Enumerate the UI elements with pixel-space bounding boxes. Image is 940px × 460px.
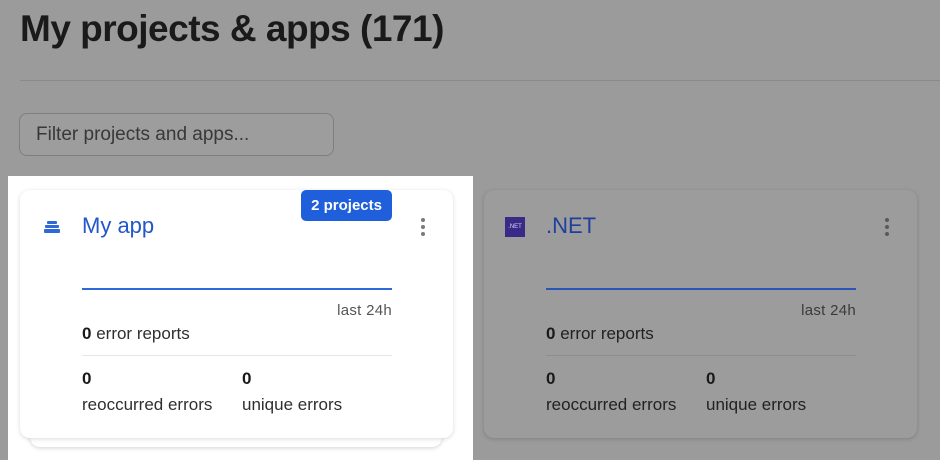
period-label: last 24h (801, 302, 856, 319)
reoccurred-count: 0 (546, 369, 556, 388)
project-card-dotnet[interactable]: .NET .NET last 24h 0 error reports 0 reo… (484, 190, 917, 438)
error-reports-summary: 0 error reports (82, 324, 190, 344)
reoccurred-errors-stat: 0 reoccurred errors (546, 369, 676, 415)
error-reports-count: 0 (82, 324, 92, 343)
unique-errors-stat: 0 unique errors (706, 369, 806, 415)
more-options-icon[interactable] (881, 216, 893, 238)
card-title-link[interactable]: My app (82, 213, 154, 239)
reoccurred-label: reoccurred errors (546, 395, 677, 414)
reoccurred-errors-stat: 0 reoccurred errors (82, 369, 212, 415)
unique-label: unique errors (706, 395, 807, 414)
page-title: My projects & apps (171) (20, 8, 444, 49)
unique-count: 0 (242, 369, 252, 388)
period-label: last 24h (337, 302, 392, 319)
more-options-icon[interactable] (417, 216, 429, 238)
unique-label: unique errors (242, 395, 343, 414)
projects-count-badge: 2 projects (301, 190, 392, 221)
reoccurred-label: reoccurred errors (82, 395, 213, 414)
stack-icon (44, 221, 60, 233)
card-title-link[interactable]: .NET (546, 213, 596, 239)
header-divider (20, 80, 940, 81)
filter-input[interactable] (19, 113, 334, 156)
project-card-my-app[interactable]: 2 projects My app last 24h 0 error repor… (20, 190, 453, 438)
error-sparkline (82, 288, 392, 290)
stats-divider (546, 355, 856, 356)
error-reports-label: error reports (560, 324, 654, 343)
dotnet-icon: .NET (505, 217, 525, 237)
error-reports-count: 0 (546, 324, 556, 343)
unique-count: 0 (706, 369, 716, 388)
error-reports-summary: 0 error reports (546, 324, 654, 344)
error-reports-label: error reports (96, 324, 190, 343)
reoccurred-count: 0 (82, 369, 92, 388)
error-sparkline (546, 288, 856, 290)
unique-errors-stat: 0 unique errors (242, 369, 342, 415)
stats-divider (82, 355, 392, 356)
